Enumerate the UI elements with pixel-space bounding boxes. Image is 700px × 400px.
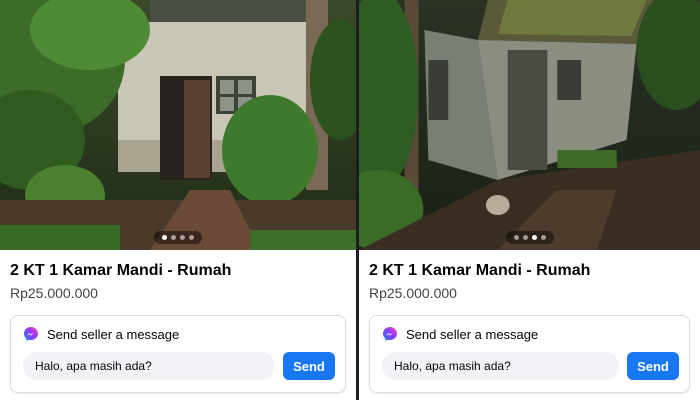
message-seller-header: Send seller a message	[23, 326, 335, 342]
house-photo-image	[359, 0, 700, 250]
pager-dot[interactable]	[522, 235, 528, 240]
listing-info: 2 KT 1 Kamar Mandi - Rumah Rp25.000.000	[359, 250, 700, 303]
listing-title[interactable]: 2 KT 1 Kamar Mandi - Rumah	[369, 260, 690, 282]
message-seller-card: Send seller a message Halo, apa masih ad…	[10, 315, 346, 393]
message-seller-header: Send seller a message	[382, 326, 679, 342]
marketplace-split-view: 2 KT 1 Kamar Mandi - Rumah Rp25.000.000	[0, 0, 700, 400]
send-button[interactable]: Send	[283, 352, 335, 380]
listing-info: 2 KT 1 Kamar Mandi - Rumah Rp25.000.000	[0, 250, 356, 303]
photo-pager[interactable]	[505, 231, 554, 244]
message-input[interactable]: Halo, apa masih ada?	[382, 352, 619, 380]
pager-dot[interactable]	[171, 235, 176, 240]
photo-pager[interactable]	[154, 231, 202, 244]
listing-price: Rp25.000.000	[10, 285, 98, 301]
listing-card: 2 KT 1 Kamar Mandi - Rumah Rp25.000.000	[0, 0, 356, 400]
message-compose-row: Halo, apa masih ada? Send	[382, 352, 679, 380]
message-seller-card: Send seller a message Halo, apa masih ad…	[369, 315, 690, 393]
messenger-icon	[24, 327, 38, 341]
listing-price: Rp25.000.000	[369, 285, 457, 301]
message-seller-label: Send seller a message	[47, 326, 180, 342]
listing-photo[interactable]	[0, 0, 356, 250]
message-seller-label: Send seller a message	[406, 326, 539, 342]
pager-dot[interactable]	[531, 235, 537, 240]
messenger-icon	[383, 327, 397, 341]
pager-dot[interactable]	[180, 235, 185, 240]
message-input[interactable]: Halo, apa masih ada?	[23, 352, 275, 380]
message-compose-row: Halo, apa masih ada? Send	[23, 352, 335, 380]
pager-dot[interactable]	[189, 235, 194, 240]
pager-dot[interactable]	[540, 235, 546, 240]
house-photo-image	[0, 0, 356, 250]
listing-card: 2 KT 1 Kamar Mandi - Rumah Rp25.000.000	[356, 0, 700, 400]
listing-title[interactable]: 2 KT 1 Kamar Mandi - Rumah	[10, 260, 346, 282]
pager-dot[interactable]	[162, 235, 167, 240]
send-button[interactable]: Send	[627, 352, 679, 380]
listing-photo[interactable]	[359, 0, 700, 250]
pager-dot[interactable]	[513, 235, 519, 240]
